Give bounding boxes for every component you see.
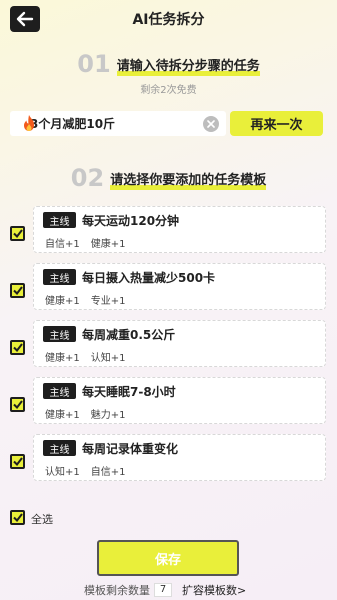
template-quota: 模板剩余数量 7 扩容模板数> xyxy=(84,582,246,598)
task-tags: 健康+1 魅力+1 xyxy=(45,406,126,421)
task-checkbox[interactable] xyxy=(10,340,25,355)
task-input-value: 3个月减肥10斤 xyxy=(30,117,116,131)
task-tags: 健康+1 认知+1 xyxy=(45,349,126,364)
checkmark-icon xyxy=(12,286,23,295)
task-tags: 健康+1 专业+1 xyxy=(45,292,126,307)
task-tag: 魅力+1 xyxy=(90,410,126,421)
step1-title: 请输入待拆分步骤的任务 xyxy=(116,59,260,76)
task-title: 每周减重0.5公斤 xyxy=(82,328,176,342)
task-checkbox[interactable] xyxy=(10,397,25,412)
step1-heading: 01 请输入待拆分步骤的任务 xyxy=(0,52,337,76)
task-card[interactable]: 主线 每周记录体重变化 认知+1 自信+1 xyxy=(33,434,326,481)
template-remaining-label: 模板剩余数量 xyxy=(84,584,150,597)
step1-number: 01 xyxy=(77,50,111,78)
task-card[interactable]: 主线 每天睡眠7-8小时 健康+1 魅力+1 xyxy=(33,377,326,424)
task-tags: 认知+1 自信+1 xyxy=(45,463,126,478)
task-title: 每天运动120分钟 xyxy=(82,214,180,228)
step2-title: 请选择你要添加的任务模板 xyxy=(110,173,267,190)
task-card[interactable]: 主线 每日摄入热量减少500卡 健康+1 专业+1 xyxy=(33,263,326,310)
task-tag: 自信+1 xyxy=(45,239,80,250)
free-remaining-note: 剩余2次免费 xyxy=(140,85,197,96)
checkmark-icon xyxy=(12,513,23,522)
template-remaining-count: 7 xyxy=(154,583,172,597)
task-tags: 自信+1 健康+1 xyxy=(45,235,126,250)
task-tag: 健康+1 xyxy=(45,353,80,364)
task-title: 每周记录体重变化 xyxy=(82,442,179,456)
task-badge: 主线 xyxy=(43,269,76,285)
task-title: 每天睡眠7-8小时 xyxy=(82,385,176,399)
task-badge: 主线 xyxy=(43,212,76,228)
checkmark-icon xyxy=(12,457,23,466)
select-all-checkbox[interactable] xyxy=(10,510,25,525)
task-checkbox[interactable] xyxy=(10,283,25,298)
task-tag: 认知+1 xyxy=(45,467,80,478)
task-badge: 主线 xyxy=(43,383,76,399)
clear-input-button[interactable] xyxy=(203,116,219,132)
task-badge: 主线 xyxy=(43,326,76,342)
task-tag: 自信+1 xyxy=(90,467,126,478)
close-icon xyxy=(207,120,215,128)
task-checkbox[interactable] xyxy=(10,226,25,241)
task-tag: 专业+1 xyxy=(90,296,126,307)
task-card[interactable]: 主线 每周减重0.5公斤 健康+1 认知+1 xyxy=(33,320,326,367)
expand-templates-link[interactable]: 扩容模板数> xyxy=(182,582,246,598)
task-tag: 健康+1 xyxy=(45,296,80,307)
task-tag: 健康+1 xyxy=(90,239,126,250)
task-tag: 认知+1 xyxy=(90,353,126,364)
checkmark-icon xyxy=(12,343,23,352)
step2-heading: 02 请选择你要添加的任务模板 xyxy=(0,166,337,190)
step2-number: 02 xyxy=(70,164,105,192)
task-title: 每日摄入热量减少500卡 xyxy=(82,271,216,285)
checkmark-icon xyxy=(12,400,23,409)
checkmark-icon xyxy=(12,229,23,238)
fire-icon xyxy=(24,115,34,131)
task-checkbox[interactable] xyxy=(10,454,25,469)
task-badge: 主线 xyxy=(43,440,76,456)
retry-button[interactable]: 再来一次 xyxy=(230,111,323,136)
task-tag: 健康+1 xyxy=(45,410,80,421)
page-title: AI任务拆分 xyxy=(132,12,205,28)
save-button[interactable]: 保存 xyxy=(97,540,239,576)
task-card[interactable]: 主线 每天运动120分钟 自信+1 健康+1 xyxy=(33,206,326,253)
select-all-label[interactable]: 全选 xyxy=(31,511,53,527)
task-input[interactable]: 3个月减肥10斤 xyxy=(10,111,226,136)
